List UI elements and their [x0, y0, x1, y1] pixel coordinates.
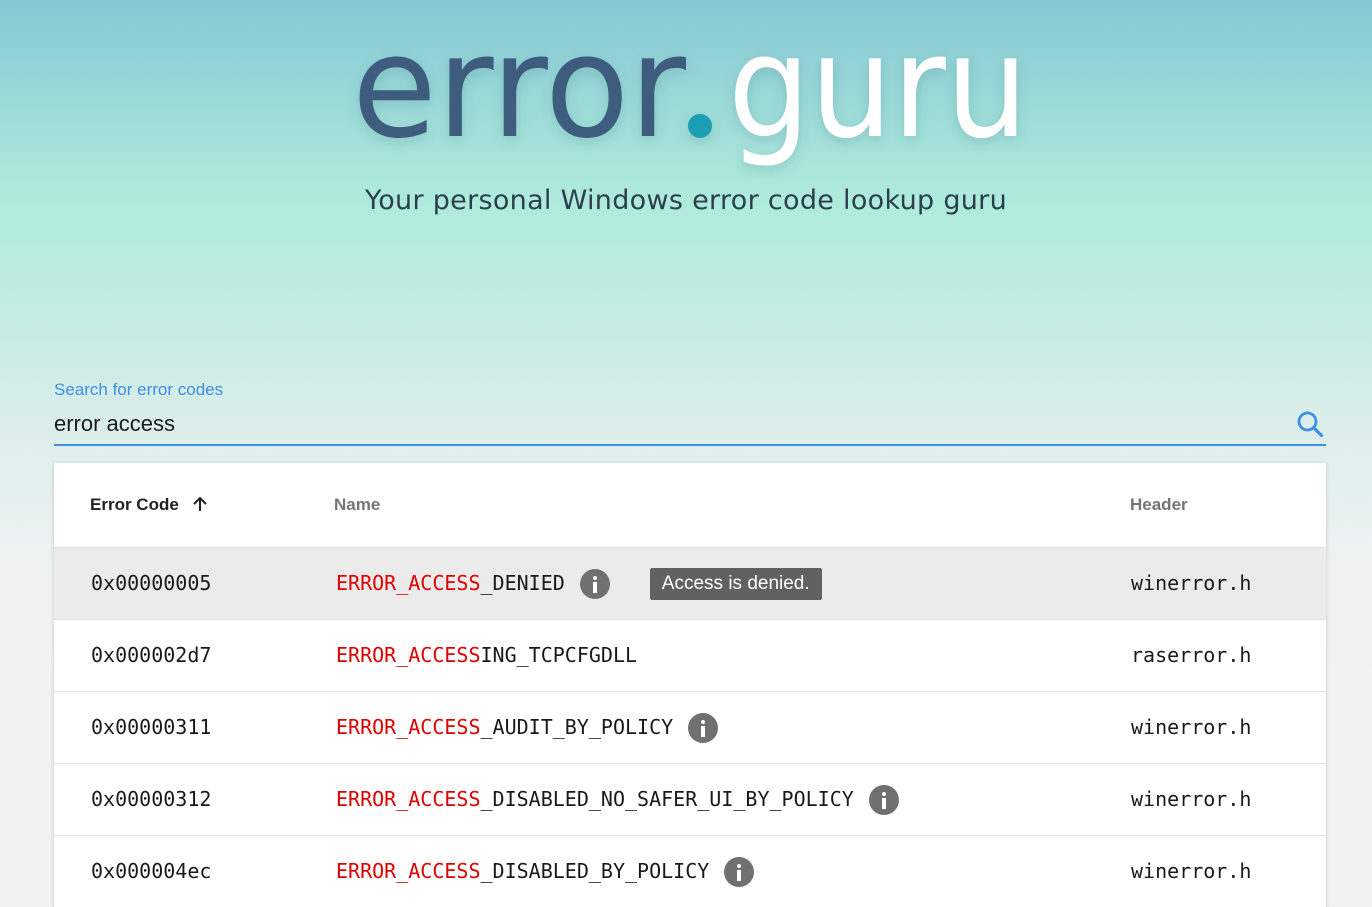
- name-match: ERROR_ACCESS: [336, 787, 481, 811]
- error-code-cell: 0x00000311: [91, 715, 212, 739]
- name-match: ERROR_ACCESS: [336, 571, 481, 595]
- error-code-cell: 0x000002d7: [91, 643, 212, 667]
- table-row[interactable]: 0x000002d7 ERROR_ACCESS ING_TCPCFGDLL ras…: [54, 620, 1326, 692]
- table-row[interactable]: 0x000004ec ERROR_ACCESS _DISABLED_BY_POLI…: [54, 836, 1326, 907]
- error-name-cell: ERROR_ACCESS _AUDIT_BY_POLICY: [336, 692, 719, 763]
- error-guru-logo: error guru: [0, 0, 1372, 180]
- search-input[interactable]: [54, 408, 1274, 440]
- header-file-cell: winerror.h: [1131, 715, 1252, 739]
- arrow-up-icon: [192, 496, 207, 511]
- info-icon[interactable]: [579, 568, 610, 599]
- info-icon[interactable]: [688, 712, 719, 743]
- name-rest: ING_TCPCFGDLL: [480, 643, 638, 667]
- logo-dot: [688, 114, 712, 138]
- name-match: ERROR_ACCESS: [336, 643, 481, 667]
- name-match: ERROR_ACCESS: [336, 859, 481, 883]
- error-name-cell: ERROR_ACCESS _DISABLED_NO_SAFER_UI_BY_POL…: [336, 764, 899, 835]
- table-row[interactable]: 0x00000311 ERROR_ACCESS _AUDIT_BY_POLICY …: [54, 692, 1326, 764]
- error-code-cell: 0x00000005: [91, 571, 212, 595]
- error-code-cell: 0x000004ec: [91, 859, 212, 883]
- search-box: Search for error codes: [54, 378, 1326, 448]
- results-table: Error Code Name Header 0x00000005 ERROR_…: [54, 463, 1326, 907]
- name-rest: _DISABLED_NO_SAFER_UI_BY_POLICY: [480, 787, 854, 811]
- info-icon[interactable]: [724, 856, 755, 887]
- header-file-cell: raserror.h: [1131, 643, 1252, 667]
- logo-text-guru: guru: [728, 5, 1028, 170]
- info-icon[interactable]: [868, 784, 899, 815]
- name-rest: _DENIED: [480, 571, 565, 595]
- search-label: Search for error codes: [54, 380, 224, 399]
- name-rest: _AUDIT_BY_POLICY: [480, 715, 674, 739]
- table-row[interactable]: 0x00000312 ERROR_ACCESS _DISABLED_NO_SAFE…: [54, 764, 1326, 836]
- column-header-label: Error Code: [90, 495, 179, 514]
- search-underline: [54, 444, 1326, 446]
- table-header: Error Code Name Header: [54, 463, 1326, 548]
- name-match: ERROR_ACCESS: [336, 715, 481, 739]
- column-header-error-code[interactable]: Error Code: [90, 495, 208, 515]
- logo-text-error: error: [352, 5, 687, 170]
- column-header-header[interactable]: Header: [1130, 495, 1188, 515]
- header-file-cell: winerror.h: [1131, 859, 1252, 883]
- search-icon[interactable]: [1296, 410, 1324, 438]
- table-row[interactable]: 0x00000005 ERROR_ACCESS _DENIED Access is…: [54, 548, 1326, 620]
- error-name-cell: ERROR_ACCESS _DISABLED_BY_POLICY: [336, 836, 755, 907]
- error-name-cell: ERROR_ACCESS ING_TCPCFGDLL: [336, 620, 637, 691]
- header-file-cell: winerror.h: [1131, 571, 1252, 595]
- error-name-cell: ERROR_ACCESS _DENIED Access is denied.: [336, 548, 822, 619]
- header-file-cell: winerror.h: [1131, 787, 1252, 811]
- name-rest: _DISABLED_BY_POLICY: [480, 859, 710, 883]
- tagline: Your personal Windows error code lookup …: [365, 185, 1007, 216]
- error-code-cell: 0x00000312: [91, 787, 212, 811]
- column-header-name[interactable]: Name: [334, 495, 380, 515]
- description-tooltip: Access is denied.: [649, 567, 822, 600]
